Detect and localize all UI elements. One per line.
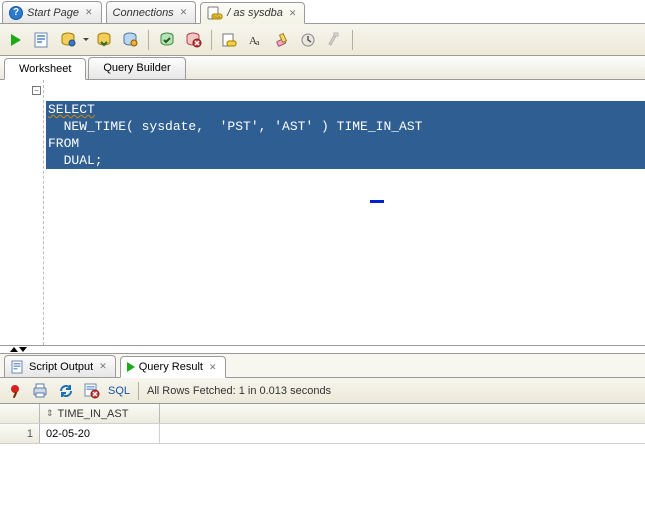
- refresh-button[interactable]: [56, 381, 76, 401]
- sheet-tab-label: Worksheet: [19, 63, 71, 75]
- row-number-cell: 1: [0, 424, 40, 443]
- run-script-button[interactable]: [30, 28, 54, 52]
- rollback-button[interactable]: [181, 28, 205, 52]
- explain-plan-button[interactable]: [56, 28, 80, 52]
- tab-label: / as sysdba: [227, 7, 283, 19]
- code-line: SELECT: [48, 102, 95, 117]
- close-icon[interactable]: ✕: [289, 8, 297, 19]
- run-icon: [127, 362, 135, 372]
- script-output-icon: [11, 360, 25, 374]
- sql-file-icon: SQL: [207, 6, 223, 20]
- grid-header-row: ⇕ TIME_IN_AST: [0, 404, 645, 424]
- clear-button[interactable]: [270, 28, 294, 52]
- close-icon[interactable]: ✕: [180, 7, 188, 18]
- grid-cell[interactable]: 02-05-20: [40, 424, 160, 443]
- unshared-worksheet-button[interactable]: [218, 28, 242, 52]
- tab-query-builder[interactable]: Query Builder: [88, 57, 185, 79]
- tab-connections[interactable]: Connections ✕: [106, 1, 197, 23]
- row-number-header: [0, 404, 40, 423]
- explain-plan-dropdown[interactable]: [82, 35, 90, 44]
- sql-code: SELECT NEW_TIME( sysdate, 'PST', 'AST' )…: [44, 82, 645, 169]
- run-button[interactable]: [4, 28, 28, 52]
- tab-worksheet[interactable]: Worksheet: [4, 58, 86, 80]
- split-drag-handle[interactable]: [0, 346, 645, 354]
- table-row[interactable]: 1 02-05-20: [0, 424, 645, 444]
- tab-label: Connections: [113, 7, 174, 19]
- result-tabs: Script Output ✕ Query Result ✕: [0, 354, 645, 378]
- sql-editor[interactable]: − SELECT NEW_TIME( sysdate, 'PST', 'AST'…: [0, 80, 645, 346]
- column-header-label: TIME_IN_AST: [58, 408, 129, 420]
- main-toolbar: Aa: [0, 24, 645, 56]
- result-tab-label: Script Output: [29, 361, 93, 373]
- toolbar-separator: [352, 30, 353, 50]
- column-header[interactable]: ⇕ TIME_IN_AST: [40, 404, 160, 423]
- svg-text:a: a: [256, 38, 260, 47]
- sql-link[interactable]: SQL: [108, 385, 130, 397]
- commit-button[interactable]: [155, 28, 179, 52]
- close-icon[interactable]: ✕: [99, 361, 107, 372]
- code-line: NEW_TIME( sysdate, 'PST', 'AST' ) TIME_I…: [46, 118, 645, 135]
- refresh-icon: [57, 382, 75, 400]
- sql-tuning-button[interactable]: [118, 28, 142, 52]
- printer-icon: [31, 382, 49, 400]
- svg-text:SQL: SQL: [213, 14, 222, 19]
- tab-query-result[interactable]: Query Result ✕: [120, 356, 226, 378]
- toolbar-separator: [148, 30, 149, 50]
- close-icon[interactable]: ✕: [85, 7, 93, 18]
- delete-rows-button[interactable]: [82, 381, 102, 401]
- autotrace-button[interactable]: [92, 28, 116, 52]
- to-uppercase-button[interactable]: Aa: [244, 28, 268, 52]
- worksheet-tabs: Worksheet Query Builder: [0, 56, 645, 80]
- fold-toggle[interactable]: −: [32, 86, 41, 95]
- delete-icon: [83, 382, 101, 400]
- sheet-tab-label: Query Builder: [103, 62, 170, 74]
- fold-glyph: −: [34, 87, 39, 95]
- tab-script-output[interactable]: Script Output ✕: [4, 355, 116, 377]
- fetch-status: All Rows Fetched: 1 in 0.013 seconds: [147, 385, 331, 397]
- results-grid: ⇕ TIME_IN_AST 1 02-05-20: [0, 404, 645, 444]
- sort-icon: ⇕: [46, 408, 54, 419]
- text-cursor: [370, 200, 384, 203]
- result-toolbar: SQL All Rows Fetched: 1 in 0.013 seconds: [0, 378, 645, 404]
- code-line: FROM: [46, 135, 645, 152]
- result-tab-label: Query Result: [139, 361, 203, 373]
- tab-sql-worksheet[interactable]: SQL / as sysdba ✕: [200, 2, 305, 24]
- document-tabs: ? Start Page ✕ Connections ✕ SQL / as sy…: [0, 0, 645, 24]
- pin-button[interactable]: [6, 382, 24, 400]
- tab-label: Start Page: [27, 7, 79, 19]
- close-icon[interactable]: ✕: [209, 362, 217, 373]
- tab-start-page[interactable]: ? Start Page ✕: [2, 1, 102, 23]
- pushpin-icon: [8, 384, 22, 398]
- toolbar-separator: [211, 30, 212, 50]
- print-button[interactable]: [30, 381, 50, 401]
- sql-history-button[interactable]: [296, 28, 320, 52]
- toolbar-separator: [138, 382, 139, 400]
- settings-button[interactable]: [322, 28, 346, 52]
- editor-gutter: −: [0, 80, 44, 345]
- code-line: DUAL;: [46, 152, 645, 169]
- help-icon: ?: [9, 6, 23, 20]
